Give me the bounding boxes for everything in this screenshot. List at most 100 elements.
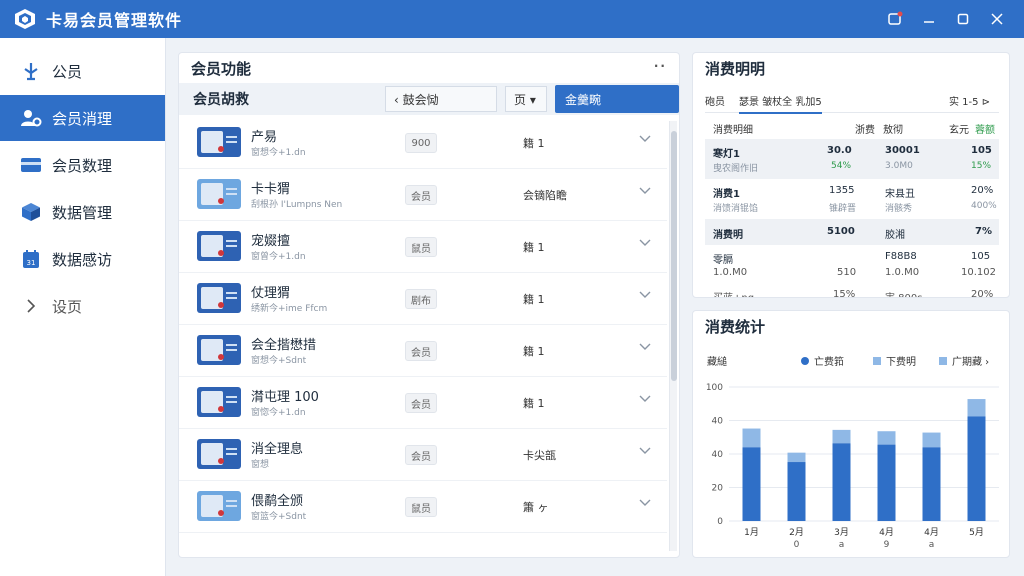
member-card-icon (197, 387, 241, 417)
legend-text: 广期藏 › (952, 357, 990, 368)
card-line (226, 500, 237, 502)
list-item[interactable]: 潸屯理 100 窗惚今+1.dn 会员 籍 1 (179, 377, 667, 429)
x-tick-sublabel: a (929, 540, 935, 550)
sidebar-item-member-data[interactable]: 会员数理 (0, 142, 165, 188)
maximize-button[interactable] (946, 0, 980, 38)
member-value: 籍 1 (523, 137, 545, 150)
sidebar-item-data-visit[interactable]: 31 数据感访 (0, 236, 165, 282)
detail-block: 零膈 F88B8 105 1.0.M0 510 1.0.M0 10.102 (705, 245, 999, 285)
chevron-right-icon (20, 295, 42, 317)
chevron-down-icon[interactable] (639, 237, 651, 250)
card-line (226, 297, 237, 299)
sidebar-item-label: 会员数理 (52, 156, 113, 175)
member-value: 簫 ヶ (523, 501, 549, 514)
title-bar: 卡易会员管理软件 (0, 0, 1024, 38)
chevron-down-icon[interactable] (639, 133, 651, 146)
x-tick-label: 1月 (744, 527, 759, 538)
member-list: 产易 窗想今+1.dn 900 籍 1 卡卡猬 刮根孙 I'Lumpns Nen 会员 会镝陷… (179, 117, 667, 533)
minimize-button[interactable] (912, 0, 946, 38)
consumption-bar-chart: 0 20 40 40 100 1月 2月 0 3月 a 4月 9 4月 a 5月 (706, 383, 999, 550)
status-dot (218, 302, 224, 308)
notification-icon[interactable] (878, 0, 912, 38)
detail-cell: 30.0 (827, 145, 852, 156)
bar-segment-light (832, 429, 851, 444)
list-item[interactable]: 偎鹬全颁 窗篮今+Sdnt 鼠员 簫 ヶ (179, 481, 667, 533)
sidebar-item-settings[interactable]: 设页 (0, 283, 165, 329)
legend-item[interactable]: 广期藏 › (939, 353, 989, 368)
y-tick-label: 20 (712, 484, 724, 494)
users-gear-icon (20, 107, 42, 129)
sidebar-item-data-manage[interactable]: 数据管理 (0, 189, 165, 235)
chevron-down-icon[interactable] (639, 289, 651, 302)
member-card-icon (197, 127, 241, 157)
card-line (226, 505, 237, 507)
member-tag: 会员 (405, 393, 437, 413)
scrollbar-thumb[interactable] (671, 131, 677, 381)
more-icon[interactable]: ·· (654, 59, 667, 73)
member-value: 籍 1 (523, 293, 545, 306)
list-item[interactable]: 卡卡猬 刮根孙 I'Lumpns Nen 会员 会镝陷瞻 (179, 169, 667, 221)
chevron-down-icon[interactable] (639, 445, 651, 458)
sidebar-item-member-manage[interactable]: 会员消理 (0, 95, 165, 141)
panel-title: 消费统计 (705, 317, 766, 336)
y-tick-label: 0 (717, 517, 723, 527)
list-scrollbar[interactable] (669, 121, 677, 551)
page-select[interactable]: 页 ▾ (505, 86, 547, 112)
tab-active[interactable]: 瑟景 皱杖全 乳加5 (739, 93, 822, 114)
header-cell: 浙费 (855, 125, 875, 136)
member-name: 会全揩懋措 (251, 338, 317, 353)
chevron-down-icon[interactable] (639, 341, 651, 354)
sidebar-item-members[interactable]: 公员 (0, 48, 165, 94)
member-subtitle: 窗想今+1.dn (251, 148, 306, 158)
svg-text:31: 31 (27, 259, 36, 267)
detail-cell: 消费1 (713, 189, 740, 200)
status-dot (218, 250, 224, 256)
member-tag: 900 (405, 133, 437, 153)
member-value: 会镝陷瞻 (523, 189, 567, 202)
bar-segment-dark (922, 447, 941, 521)
detail-cell: 15% (833, 289, 856, 298)
list-item[interactable]: 会全揩懋措 窗想今+Sdnt 会员 籍 1 (179, 325, 667, 377)
member-tag: 会员 (405, 185, 437, 205)
legend-swatch (873, 356, 881, 365)
detail-cell: 1.0.M0 (885, 267, 920, 278)
member-card-icon (197, 179, 241, 209)
detail-block: 买蓝+ng 15% 実 800s 20% (705, 285, 999, 298)
tab-members[interactable]: 砲员 (705, 93, 725, 108)
detail-tabs: 砲员 瑟景 皱杖全 乳加5 实 1-5 ⊳ (705, 87, 999, 114)
status-dot (218, 510, 224, 516)
card-line (226, 349, 237, 351)
card-line (226, 344, 237, 346)
chevron-down-icon[interactable] (639, 185, 651, 198)
detail-cell: 宋县丑 (885, 189, 915, 200)
bar-segment-light (742, 428, 761, 448)
card-line (226, 141, 237, 143)
panel-toolbar: 会员胡救 ‹ 鼓会恸 页 ▾ 金羹畹 (179, 83, 679, 115)
bar-segment-dark (832, 443, 851, 521)
member-subtitle: 窗想今+Sdnt (251, 356, 307, 366)
list-item[interactable]: 产易 窗想今+1.dn 900 籍 1 (179, 117, 667, 169)
detail-cell: 7% (975, 226, 992, 237)
member-value: 卡尖瓿 (523, 449, 556, 462)
list-item[interactable]: 消全理息 窗想 会员 卡尖瓿 (179, 429, 667, 481)
primary-action-button[interactable]: 金羹畹 (555, 85, 679, 113)
header-cell: 玄元 (949, 125, 969, 136)
chevron-down-icon[interactable] (639, 497, 651, 510)
list-item[interactable]: 仗理猬 绣新今+ime Ffcm 剧布 籍 1 (179, 273, 667, 325)
card-line (226, 292, 237, 294)
list-item[interactable]: 宠娺擅 窗曾今+1.dn 鼠员 籍 1 (179, 221, 667, 273)
member-card-icon (197, 231, 241, 261)
bar-segment-dark (787, 462, 806, 521)
sidebar-item-label: 公员 (52, 62, 83, 81)
detail-block: 消费明 5100 胶湘 7% (705, 219, 999, 245)
consumption-detail-panel: 消费明明 砲员 瑟景 皱杖全 乳加5 实 1-5 ⊳ 消费明细 浙费 敖彻 玄元… (692, 52, 1010, 298)
status-dot (218, 354, 224, 360)
member-subtitle: 刮根孙 I'Lumpns Nen (251, 200, 343, 210)
tab-range[interactable]: 实 1-5 ⊳ (949, 93, 990, 108)
member-card-icon (197, 283, 241, 313)
toolbar-label: 会员胡救 (193, 92, 249, 108)
filter-segment[interactable]: ‹ 鼓会恸 (385, 86, 497, 112)
chevron-down-icon[interactable] (639, 393, 651, 406)
status-dot (218, 198, 224, 204)
close-button[interactable] (980, 0, 1014, 38)
